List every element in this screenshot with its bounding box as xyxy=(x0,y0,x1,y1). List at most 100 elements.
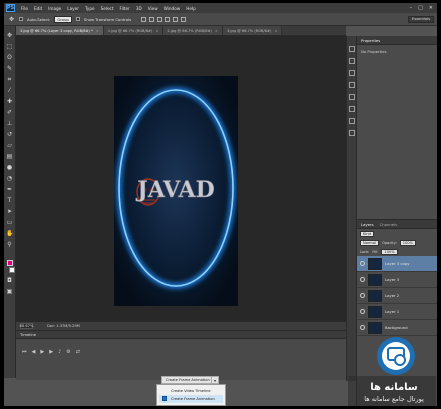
menu-layer[interactable]: Layer xyxy=(64,6,82,11)
align-top-icon[interactable] xyxy=(141,16,147,22)
menu-3d[interactable]: 3D xyxy=(133,6,145,11)
eraser-icon[interactable]: ▱ xyxy=(6,142,13,149)
transition-icon[interactable]: ⇄ xyxy=(76,349,80,355)
blend-mode-select[interactable]: Normal xyxy=(360,239,380,246)
align-right-icon[interactable] xyxy=(181,16,187,22)
styles-icon[interactable] xyxy=(348,130,355,136)
lock-row: Lock: Fill: 100% xyxy=(357,247,437,256)
move-tool-icon[interactable]: ✥ xyxy=(8,16,15,23)
tab-layers[interactable]: Layers xyxy=(361,222,374,227)
dodge-icon[interactable]: ◔ xyxy=(6,175,13,182)
lasso-icon[interactable]: ʘ xyxy=(6,54,13,61)
history-brush-icon[interactable]: ↺ xyxy=(6,131,13,138)
fill-input[interactable]: 100% xyxy=(381,248,398,255)
marquee-icon[interactable]: ⬚ xyxy=(6,43,13,50)
workspace-switcher[interactable]: Essentials xyxy=(408,15,434,23)
healing-icon[interactable]: ✚ xyxy=(6,98,13,105)
quick-mask-icon[interactable]: ◘ xyxy=(6,277,13,284)
close-tab-icon[interactable]: × xyxy=(215,29,218,33)
menu-window[interactable]: Window xyxy=(161,6,184,11)
quick-select-icon[interactable]: ✎ xyxy=(6,65,13,72)
layer-row[interactable]: Layer 3 xyxy=(357,272,437,288)
gradient-icon[interactable]: ▤ xyxy=(6,153,13,160)
pen-icon[interactable]: ✒ xyxy=(6,186,13,193)
menu-file[interactable]: File xyxy=(18,6,31,11)
align-bottom-icon[interactable] xyxy=(157,16,163,22)
path-select-icon[interactable]: ➤ xyxy=(6,208,13,215)
close-tab-icon[interactable]: × xyxy=(155,29,158,33)
move-icon[interactable]: ✥ xyxy=(6,32,13,39)
eye-icon[interactable] xyxy=(360,277,365,282)
blur-icon[interactable]: ● xyxy=(6,164,13,171)
swatches-icon[interactable] xyxy=(348,106,355,112)
menu-filter[interactable]: Filter xyxy=(116,6,132,11)
align-center-icon[interactable] xyxy=(173,16,179,22)
create-dropdown-arrow-icon[interactable]: ▾ xyxy=(211,376,219,384)
document-size[interactable]: Doc: 1.37M/9.29M xyxy=(47,324,80,328)
tab-channels[interactable]: Channels xyxy=(380,222,398,227)
background-color-swatch[interactable] xyxy=(8,267,15,273)
align-left-icon[interactable] xyxy=(165,16,171,22)
brush-icon[interactable]: ✐ xyxy=(6,109,13,116)
first-frame-icon[interactable]: ⏮ xyxy=(22,349,27,355)
stamp-icon[interactable]: ⊥ xyxy=(6,120,13,127)
close-tab-icon[interactable]: × xyxy=(274,29,277,33)
blend-row: Normal Opacity: 100% xyxy=(357,238,437,247)
play-icon[interactable]: ▶ xyxy=(40,349,44,355)
close-tab-icon[interactable]: × xyxy=(96,29,99,33)
zoom-level[interactable]: 66.67% xyxy=(20,323,33,329)
layer-kind-filter[interactable]: Kind xyxy=(360,230,374,237)
menu-edit[interactable]: Edit xyxy=(31,6,45,11)
actions-icon[interactable] xyxy=(348,58,355,64)
crop-icon[interactable]: ⌗ xyxy=(6,76,13,83)
eye-icon[interactable] xyxy=(360,309,365,314)
dropdown-item-frame-animation[interactable]: Create Frame Animation xyxy=(159,395,223,403)
canvas-area[interactable]: JAVAD xyxy=(16,36,346,321)
brush-panel-icon[interactable] xyxy=(348,94,355,100)
tab-document-4[interactable]: 3.jpg @ 66.7% (RGB/8#) × xyxy=(222,26,283,35)
character-icon[interactable] xyxy=(348,70,355,76)
menu-select[interactable]: Select xyxy=(98,6,117,11)
tab-document-3[interactable]: 2.jpg @ 66.7% (RGB/8#) × xyxy=(163,26,223,35)
menu-view[interactable]: View xyxy=(145,6,161,11)
eyedropper-icon[interactable]: ⁄ xyxy=(6,87,13,94)
foreground-color-swatch[interactable] xyxy=(6,260,13,266)
audio-icon[interactable]: ♪ xyxy=(58,349,61,355)
menu-image[interactable]: Image xyxy=(45,6,64,11)
document-canvas[interactable]: JAVAD xyxy=(114,76,238,306)
prev-frame-icon[interactable]: ◀ xyxy=(32,349,36,355)
tab-document-1[interactable]: 3.jpg @ 66.7% (Layer 3 copy, RGB/8#) * × xyxy=(16,26,104,35)
layer-row[interactable]: Layer 3 copy xyxy=(357,256,437,272)
shape-icon[interactable]: ▭ xyxy=(6,219,13,226)
dropdown-item-video-timeline[interactable]: Create Video Timeline xyxy=(159,387,223,395)
menu-type[interactable]: Type xyxy=(82,6,98,11)
maximize-icon[interactable]: □ xyxy=(418,5,423,11)
align-middle-icon[interactable] xyxy=(149,16,155,22)
screen-mode-icon[interactable]: ▣ xyxy=(6,288,13,295)
tab-document-2[interactable]: 1.jpg @ 66.7% (RGB/8#) × xyxy=(103,26,164,35)
eye-icon[interactable] xyxy=(360,293,365,298)
auto-select-checkbox[interactable] xyxy=(19,17,23,21)
create-frame-animation-button[interactable]: Create Frame Animation xyxy=(161,376,215,384)
zoom-icon[interactable]: ⚲ xyxy=(6,241,13,248)
layer-row[interactable]: Layer 1 xyxy=(357,304,437,320)
hand-icon[interactable]: ✋ xyxy=(6,230,13,237)
layer-name: Layer 1 xyxy=(385,309,400,314)
adjustments-icon[interactable] xyxy=(348,118,355,124)
next-frame-icon[interactable]: ▶ xyxy=(49,349,53,355)
show-transform-checkbox[interactable] xyxy=(75,17,80,21)
eye-icon[interactable] xyxy=(360,261,365,266)
layer-row[interactable]: Layer 2 xyxy=(357,288,437,304)
settings-icon[interactable]: ⚙ xyxy=(66,349,70,355)
paragraph-icon[interactable] xyxy=(348,82,355,88)
minimize-icon[interactable]: – xyxy=(410,5,413,11)
eye-icon[interactable] xyxy=(360,325,365,330)
tab-properties[interactable]: Properties xyxy=(361,38,380,43)
opacity-input[interactable]: 100% xyxy=(399,239,417,246)
type-icon[interactable]: T xyxy=(6,197,13,204)
timeline-title[interactable]: Timeline xyxy=(20,332,36,337)
menu-help[interactable]: Help xyxy=(183,6,199,11)
auto-select-dropdown[interactable]: Group xyxy=(54,15,72,23)
history-icon[interactable] xyxy=(348,46,355,52)
close-icon[interactable]: ✕ xyxy=(429,5,433,11)
